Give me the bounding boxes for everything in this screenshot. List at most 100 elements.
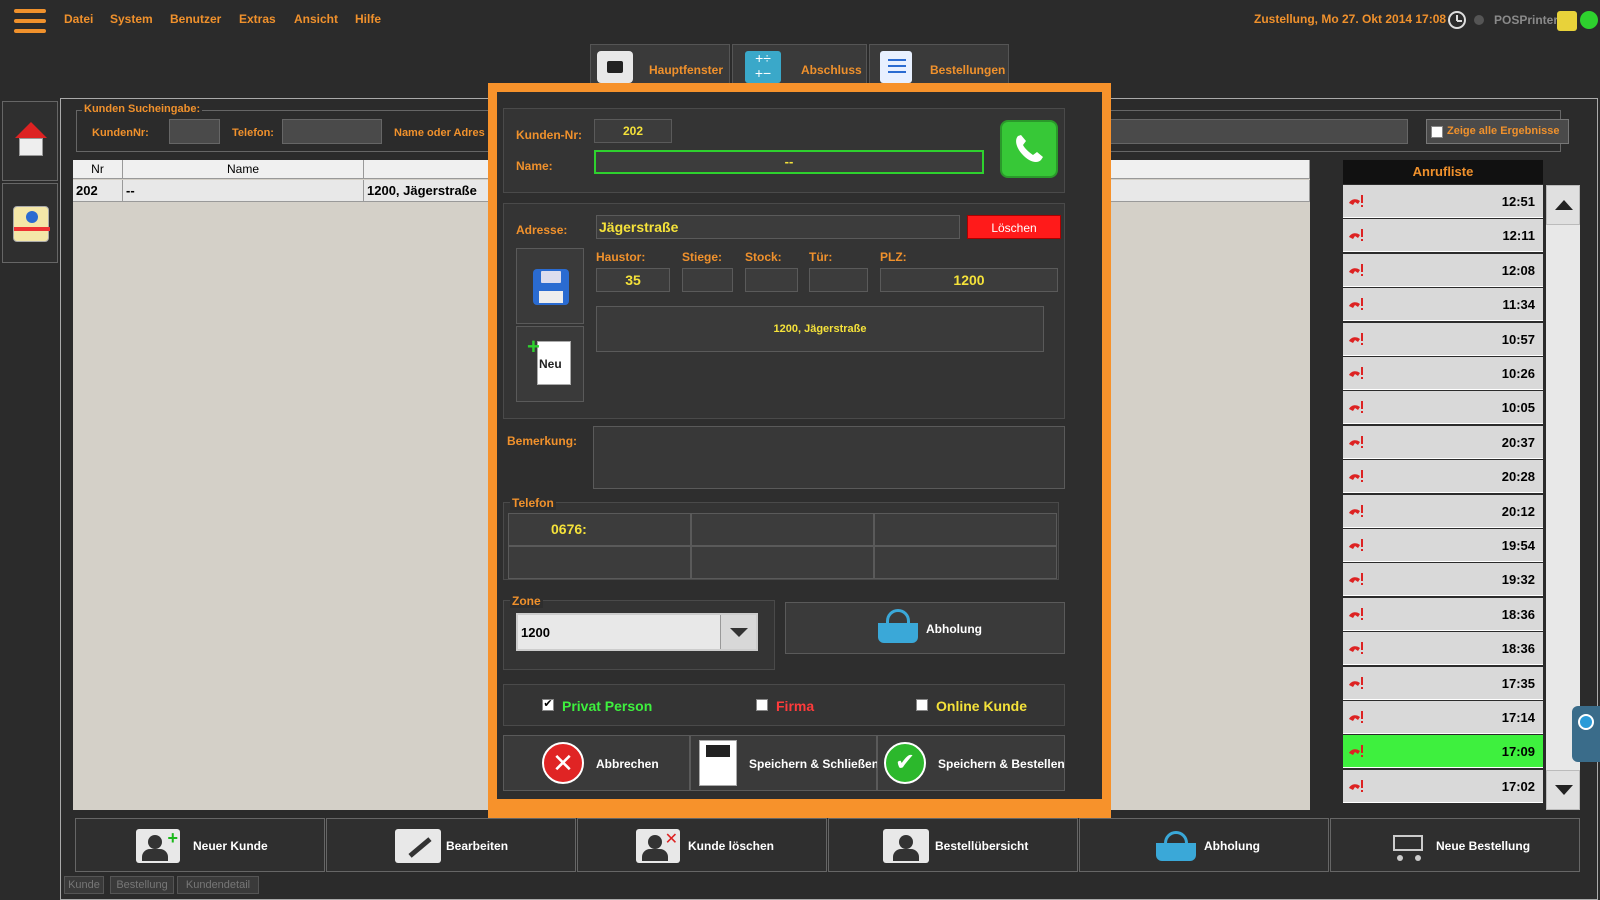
kunden-nr-field[interactable]: 202	[594, 119, 672, 143]
sidebar-home-button[interactable]	[2, 101, 58, 181]
list-item[interactable]: 17:14	[1343, 701, 1543, 734]
tab-kundendetail[interactable]: Kundendetail	[177, 876, 259, 894]
list-item[interactable]: 17:02	[1343, 769, 1543, 803]
telefon-search-input[interactable]	[282, 119, 382, 144]
list-item[interactable]: 10:26	[1343, 357, 1543, 390]
printer-status-icon	[1557, 11, 1577, 31]
name-field[interactable]: --	[594, 150, 984, 174]
missed-call-icon	[1347, 743, 1365, 759]
call-time: 17:14	[1501, 710, 1535, 725]
menu-benutzer[interactable]: Benutzer	[170, 12, 221, 26]
speichern-bestellen-button[interactable]: ✔ Speichern & Bestellen	[877, 735, 1065, 791]
list-item[interactable]: 20:12	[1343, 494, 1543, 528]
telefon-section: Telefon 0676:	[503, 496, 1059, 580]
add-user-icon: +	[136, 829, 180, 863]
grid-header-nr[interactable]: Nr	[73, 160, 123, 179]
list-item[interactable]: 18:36	[1343, 597, 1543, 631]
zone-select[interactable]: 1200	[516, 613, 758, 651]
telefon-field-6[interactable]	[874, 546, 1057, 579]
zone-title: Zone	[510, 594, 543, 608]
list-item[interactable]: 10:57	[1343, 322, 1543, 356]
speichern-schliessen-button[interactable]: Speichern & Schließen	[690, 735, 879, 791]
bearbeiten-button[interactable]: Bearbeiten	[326, 818, 576, 872]
stock-field[interactable]	[745, 268, 798, 292]
list-item[interactable]: 10:05	[1343, 391, 1543, 425]
list-item[interactable]: 17:35	[1343, 666, 1543, 700]
menu-hilfe[interactable]: Hilfe	[355, 12, 381, 26]
menu-datei[interactable]: Datei	[64, 12, 93, 26]
telefon-field-5[interactable]	[691, 546, 874, 579]
telefon-field-2[interactable]	[691, 513, 874, 546]
missed-call-icon	[1347, 640, 1365, 656]
menu-extras[interactable]: Extras	[239, 12, 276, 26]
customer-dialog-body: Kunden-Nr: 202 Name: -- Adresse: Jägerst…	[497, 92, 1102, 799]
list-item[interactable]: 12:11	[1343, 219, 1543, 253]
list-item[interactable]: 19:54	[1343, 529, 1543, 562]
tab-hauptfenster[interactable]: Hauptfenster	[590, 44, 730, 84]
abholung-dialog-button[interactable]: Abholung	[785, 602, 1065, 654]
neu-address-button[interactable]: + Neu	[516, 326, 584, 402]
show-all-checkbox[interactable]: Zeige alle Ergebnisse	[1426, 119, 1569, 144]
neue-bestellung-button[interactable]: Neue Bestellung	[1330, 818, 1580, 872]
bemerkung-field[interactable]	[593, 426, 1065, 489]
missed-call-icon	[1347, 503, 1365, 519]
telefon-field-3[interactable]	[874, 513, 1057, 546]
loeschen-button[interactable]: Löschen	[967, 215, 1061, 239]
dropdown-button[interactable]	[720, 615, 756, 649]
adresse-field[interactable]: Jägerstraße	[596, 215, 960, 239]
kundennr-search-input[interactable]	[169, 119, 220, 144]
scroll-up-button[interactable]	[1546, 185, 1580, 225]
abbrechen-button[interactable]: ✕ Abbrechen	[503, 735, 690, 791]
call-time: 18:36	[1501, 606, 1535, 622]
missed-call-icon	[1347, 778, 1365, 794]
grid-header-name[interactable]: Name	[123, 160, 364, 179]
call-time: 20:28	[1501, 469, 1535, 485]
bemerkung-label: Bemerkung:	[507, 434, 578, 448]
list-item[interactable]: 11:34	[1343, 288, 1543, 322]
missed-call-icon	[1347, 262, 1365, 278]
list-item[interactable]: 17:09	[1343, 735, 1543, 769]
menu-ansicht[interactable]: Ansicht	[294, 12, 338, 26]
tuer-label: Tür:	[809, 250, 833, 264]
menu-system[interactable]: System	[110, 12, 153, 26]
list-item[interactable]: 20:28	[1343, 460, 1543, 494]
missed-call-icon	[1347, 434, 1365, 450]
status-dot-icon	[1474, 15, 1484, 25]
tuer-field[interactable]	[809, 268, 868, 292]
tab-kunde[interactable]: Kunde	[64, 876, 104, 894]
plz-field[interactable]: 1200	[880, 268, 1058, 292]
call-time: 10:26	[1501, 366, 1535, 381]
list-item[interactable]: 19:32	[1343, 563, 1543, 597]
telefon-field-1[interactable]: 0676:	[508, 513, 691, 546]
save-address-button[interactable]	[516, 248, 584, 324]
tab-abschluss[interactable]: +÷ +− Abschluss	[732, 44, 867, 84]
plz-label: PLZ:	[880, 250, 907, 264]
call-button[interactable]	[1000, 120, 1058, 178]
list-item[interactable]: 18:36	[1343, 632, 1543, 666]
name-label: Name:	[516, 159, 553, 173]
address-section: Adresse: Jägerstraße Löschen Haustor: St…	[503, 203, 1065, 419]
cancel-icon: ✕	[542, 742, 584, 784]
list-item[interactable]: 12:08	[1343, 253, 1543, 287]
telefon-field-4[interactable]	[508, 546, 691, 579]
telefon-search-label: Telefon:	[232, 127, 274, 139]
scroll-down-button[interactable]	[1546, 770, 1580, 810]
name-search-input[interactable]	[1100, 119, 1408, 144]
list-item[interactable]: 12:51	[1343, 185, 1543, 218]
address-summary-button[interactable]: 1200, Jägerstraße	[596, 306, 1044, 352]
tab-bestellungen[interactable]: Bestellungen	[869, 44, 1009, 84]
stiege-field[interactable]	[682, 268, 733, 292]
list-item[interactable]: 20:37	[1343, 425, 1543, 459]
hamburger-menu-icon[interactable]	[14, 9, 46, 33]
neuer-kunde-button[interactable]: + Neuer Kunde	[75, 818, 325, 872]
side-tab-icon[interactable]	[1572, 706, 1600, 762]
sidebar-map-button[interactable]	[2, 183, 58, 263]
tab-bestellung[interactable]: Bestellung	[110, 876, 174, 894]
kunde-loeschen-button[interactable]: ✕ Kunde löschen	[577, 818, 827, 872]
haustor-field[interactable]: 35	[596, 268, 670, 292]
call-time: 17:09	[1501, 744, 1535, 760]
abholung-toolbar-button[interactable]: Abholung	[1079, 818, 1329, 872]
grid-cell-name: --	[123, 180, 364, 202]
bestelluebersicht-button[interactable]: Bestellübersicht	[828, 818, 1078, 872]
missed-call-icon	[1347, 709, 1365, 725]
